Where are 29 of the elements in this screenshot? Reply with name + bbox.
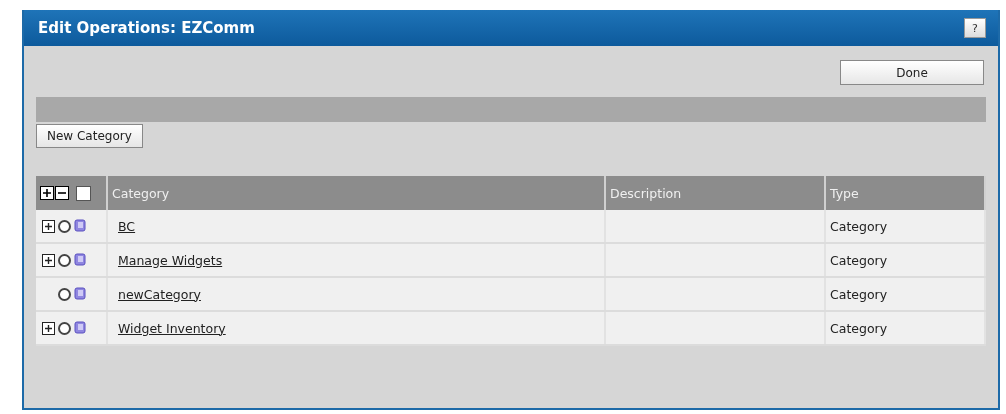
row-radio[interactable]	[58, 219, 71, 233]
table-cell: Category	[825, 311, 985, 345]
category-link[interactable]: Manage Widgets	[118, 252, 223, 268]
row-radio[interactable]	[58, 321, 71, 335]
category-link[interactable]: newCategory	[118, 286, 201, 302]
category-link[interactable]: BC	[118, 218, 136, 234]
folder-icon	[74, 287, 86, 301]
help-button[interactable]: ?	[964, 18, 986, 38]
table-cell: Category	[825, 243, 985, 277]
row-radio[interactable]	[58, 287, 71, 301]
collapse-all-icon[interactable]	[55, 186, 69, 200]
folder-icon	[74, 253, 86, 267]
select-all-checkbox[interactable]	[76, 185, 91, 201]
column-header: Description	[605, 176, 825, 210]
new-category-button[interactable]: New Category	[36, 124, 143, 148]
window-title: Edit Operations: EZComm	[38, 19, 255, 37]
category-link[interactable]: Widget Inventory	[118, 320, 226, 336]
table-cell: Category	[825, 210, 985, 243]
folder-icon	[74, 219, 86, 233]
column-header: Category	[107, 176, 605, 210]
table-cell: Category	[825, 277, 985, 311]
row-radio[interactable]	[58, 253, 71, 267]
folder-icon	[74, 321, 86, 335]
done-button[interactable]: Done	[840, 60, 984, 85]
expand-all-icon[interactable]	[40, 186, 54, 200]
expand-icon[interactable]	[42, 321, 55, 335]
expand-icon[interactable]	[42, 219, 55, 233]
expand-icon[interactable]	[42, 253, 55, 267]
column-header: Type	[825, 176, 985, 210]
